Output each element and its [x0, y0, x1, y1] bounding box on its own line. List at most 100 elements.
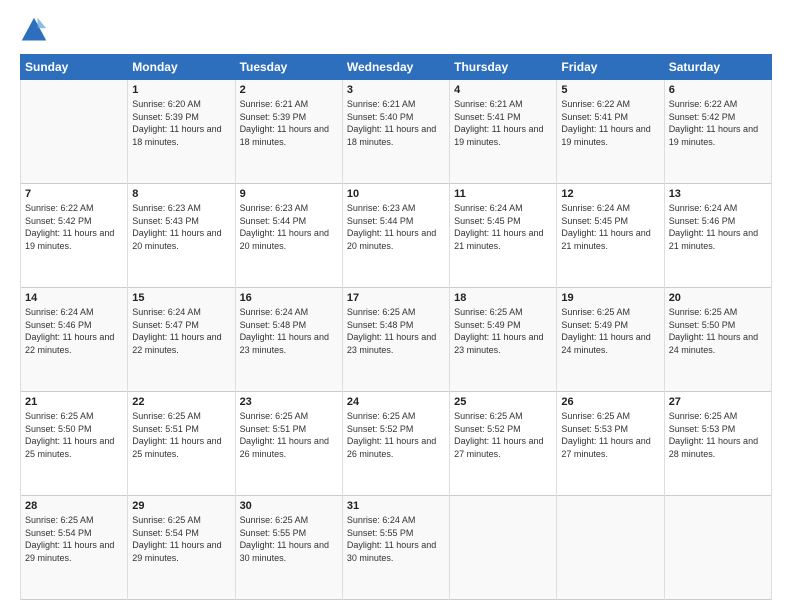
cell-info: Sunrise: 6:22 AM Sunset: 5:41 PM Dayligh…	[561, 98, 659, 148]
cell-info: Sunrise: 6:25 AM Sunset: 5:53 PM Dayligh…	[561, 410, 659, 460]
calendar-table: SundayMondayTuesdayWednesdayThursdayFrid…	[20, 54, 772, 600]
cell-info: Sunrise: 6:25 AM Sunset: 5:54 PM Dayligh…	[25, 514, 123, 564]
cell-info: Sunrise: 6:21 AM Sunset: 5:41 PM Dayligh…	[454, 98, 552, 148]
day-number: 30	[240, 500, 338, 512]
calendar-cell: 24Sunrise: 6:25 AM Sunset: 5:52 PM Dayli…	[342, 392, 449, 496]
calendar-cell: 20Sunrise: 6:25 AM Sunset: 5:50 PM Dayli…	[664, 288, 771, 392]
day-number: 2	[240, 84, 338, 96]
calendar-cell: 11Sunrise: 6:24 AM Sunset: 5:45 PM Dayli…	[450, 184, 557, 288]
calendar-cell: 3Sunrise: 6:21 AM Sunset: 5:40 PM Daylig…	[342, 80, 449, 184]
week-row-3: 21 Sunrise: 6:25 AM Sunset: 5:50 PM Dayli…	[21, 392, 772, 496]
calendar-cell: 1 Sunrise: 6:20 AM Sunset: 5:39 PM Daylig…	[128, 80, 235, 184]
day-number: 23	[240, 396, 338, 408]
cell-info: Sunrise: 6:25 AM Sunset: 5:53 PM Dayligh…	[669, 410, 767, 460]
cell-info: Sunrise: 6:21 AM Sunset: 5:40 PM Dayligh…	[347, 98, 445, 148]
cell-info: Sunrise: 6:25 AM Sunset: 5:51 PM Dayligh…	[132, 410, 230, 460]
cell-info: Sunrise: 6:24 AM Sunset: 5:45 PM Dayligh…	[454, 202, 552, 252]
cell-info: Sunrise: 6:25 AM Sunset: 5:50 PM Dayligh…	[25, 410, 123, 460]
calendar-cell: 15 Sunrise: 6:24 AM Sunset: 5:47 PM Dayli…	[128, 288, 235, 392]
day-number: 14	[25, 292, 123, 304]
calendar-cell: 16 Sunrise: 6:24 AM Sunset: 5:48 PM Dayli…	[235, 288, 342, 392]
calendar-cell: 8 Sunrise: 6:23 AM Sunset: 5:43 PM Daylig…	[128, 184, 235, 288]
day-number: 21	[25, 396, 123, 408]
cell-info: Sunrise: 6:24 AM Sunset: 5:47 PM Dayligh…	[132, 306, 230, 356]
day-number: 13	[669, 188, 767, 200]
cell-info: Sunrise: 6:25 AM Sunset: 5:49 PM Dayligh…	[454, 306, 552, 356]
header-row: SundayMondayTuesdayWednesdayThursdayFrid…	[21, 55, 772, 80]
week-row-2: 14 Sunrise: 6:24 AM Sunset: 5:46 PM Dayli…	[21, 288, 772, 392]
day-number: 29	[132, 500, 230, 512]
calendar-cell: 25Sunrise: 6:25 AM Sunset: 5:52 PM Dayli…	[450, 392, 557, 496]
day-number: 4	[454, 84, 552, 96]
day-number: 17	[347, 292, 445, 304]
cell-info: Sunrise: 6:24 AM Sunset: 5:46 PM Dayligh…	[669, 202, 767, 252]
calendar-cell: 23Sunrise: 6:25 AM Sunset: 5:51 PM Dayli…	[235, 392, 342, 496]
cell-info: Sunrise: 6:24 AM Sunset: 5:46 PM Dayligh…	[25, 306, 123, 356]
cell-info: Sunrise: 6:25 AM Sunset: 5:48 PM Dayligh…	[347, 306, 445, 356]
calendar-cell: 30Sunrise: 6:25 AM Sunset: 5:55 PM Dayli…	[235, 496, 342, 600]
day-number: 9	[240, 188, 338, 200]
day-number: 20	[669, 292, 767, 304]
calendar-cell: 17 Sunrise: 6:25 AM Sunset: 5:48 PM Dayli…	[342, 288, 449, 392]
day-number: 28	[25, 500, 123, 512]
calendar-cell	[21, 80, 128, 184]
header-cell-saturday: Saturday	[664, 55, 771, 80]
header-cell-sunday: Sunday	[21, 55, 128, 80]
week-row-0: 1 Sunrise: 6:20 AM Sunset: 5:39 PM Daylig…	[21, 80, 772, 184]
day-number: 15	[132, 292, 230, 304]
calendar-cell: 18 Sunrise: 6:25 AM Sunset: 5:49 PM Dayli…	[450, 288, 557, 392]
calendar-cell: 2 Sunrise: 6:21 AM Sunset: 5:39 PM Daylig…	[235, 80, 342, 184]
cell-info: Sunrise: 6:24 AM Sunset: 5:45 PM Dayligh…	[561, 202, 659, 252]
calendar-cell	[450, 496, 557, 600]
week-row-4: 28 Sunrise: 6:25 AM Sunset: 5:54 PM Dayli…	[21, 496, 772, 600]
calendar-cell: 27 Sunrise: 6:25 AM Sunset: 5:53 PM Dayli…	[664, 392, 771, 496]
day-number: 5	[561, 84, 659, 96]
calendar-cell	[664, 496, 771, 600]
calendar-cell: 26 Sunrise: 6:25 AM Sunset: 5:53 PM Dayli…	[557, 392, 664, 496]
calendar-body: 1 Sunrise: 6:20 AM Sunset: 5:39 PM Daylig…	[21, 80, 772, 600]
cell-info: Sunrise: 6:25 AM Sunset: 5:52 PM Dayligh…	[454, 410, 552, 460]
cell-info: Sunrise: 6:21 AM Sunset: 5:39 PM Dayligh…	[240, 98, 338, 148]
cell-info: Sunrise: 6:25 AM Sunset: 5:49 PM Dayligh…	[561, 306, 659, 356]
cell-info: Sunrise: 6:22 AM Sunset: 5:42 PM Dayligh…	[25, 202, 123, 252]
header-cell-friday: Friday	[557, 55, 664, 80]
day-number: 18	[454, 292, 552, 304]
page: SundayMondayTuesdayWednesdayThursdayFrid…	[0, 0, 792, 612]
day-number: 6	[669, 84, 767, 96]
header-cell-tuesday: Tuesday	[235, 55, 342, 80]
cell-info: Sunrise: 6:24 AM Sunset: 5:55 PM Dayligh…	[347, 514, 445, 564]
calendar-cell: 7 Sunrise: 6:22 AM Sunset: 5:42 PM Daylig…	[21, 184, 128, 288]
cell-info: Sunrise: 6:23 AM Sunset: 5:44 PM Dayligh…	[347, 202, 445, 252]
calendar-cell: 12 Sunrise: 6:24 AM Sunset: 5:45 PM Dayli…	[557, 184, 664, 288]
calendar-header: SundayMondayTuesdayWednesdayThursdayFrid…	[21, 55, 772, 80]
day-number: 1	[132, 84, 230, 96]
calendar-cell: 6 Sunrise: 6:22 AM Sunset: 5:42 PM Daylig…	[664, 80, 771, 184]
header-cell-thursday: Thursday	[450, 55, 557, 80]
calendar-cell: 4 Sunrise: 6:21 AM Sunset: 5:41 PM Daylig…	[450, 80, 557, 184]
calendar-cell: 28 Sunrise: 6:25 AM Sunset: 5:54 PM Dayli…	[21, 496, 128, 600]
calendar-cell: 14 Sunrise: 6:24 AM Sunset: 5:46 PM Dayli…	[21, 288, 128, 392]
header-cell-wednesday: Wednesday	[342, 55, 449, 80]
cell-info: Sunrise: 6:25 AM Sunset: 5:54 PM Dayligh…	[132, 514, 230, 564]
day-number: 27	[669, 396, 767, 408]
day-number: 7	[25, 188, 123, 200]
cell-info: Sunrise: 6:23 AM Sunset: 5:44 PM Dayligh…	[240, 202, 338, 252]
day-number: 19	[561, 292, 659, 304]
calendar-cell	[557, 496, 664, 600]
logo-icon	[20, 16, 48, 44]
header-cell-monday: Monday	[128, 55, 235, 80]
calendar-cell: 9 Sunrise: 6:23 AM Sunset: 5:44 PM Daylig…	[235, 184, 342, 288]
day-number: 22	[132, 396, 230, 408]
cell-info: Sunrise: 6:22 AM Sunset: 5:42 PM Dayligh…	[669, 98, 767, 148]
header	[20, 16, 772, 44]
cell-info: Sunrise: 6:23 AM Sunset: 5:43 PM Dayligh…	[132, 202, 230, 252]
cell-info: Sunrise: 6:20 AM Sunset: 5:39 PM Dayligh…	[132, 98, 230, 148]
day-number: 8	[132, 188, 230, 200]
day-number: 12	[561, 188, 659, 200]
day-number: 31	[347, 500, 445, 512]
cell-info: Sunrise: 6:25 AM Sunset: 5:52 PM Dayligh…	[347, 410, 445, 460]
cell-info: Sunrise: 6:24 AM Sunset: 5:48 PM Dayligh…	[240, 306, 338, 356]
day-number: 26	[561, 396, 659, 408]
day-number: 16	[240, 292, 338, 304]
calendar-cell: 19 Sunrise: 6:25 AM Sunset: 5:49 PM Dayli…	[557, 288, 664, 392]
